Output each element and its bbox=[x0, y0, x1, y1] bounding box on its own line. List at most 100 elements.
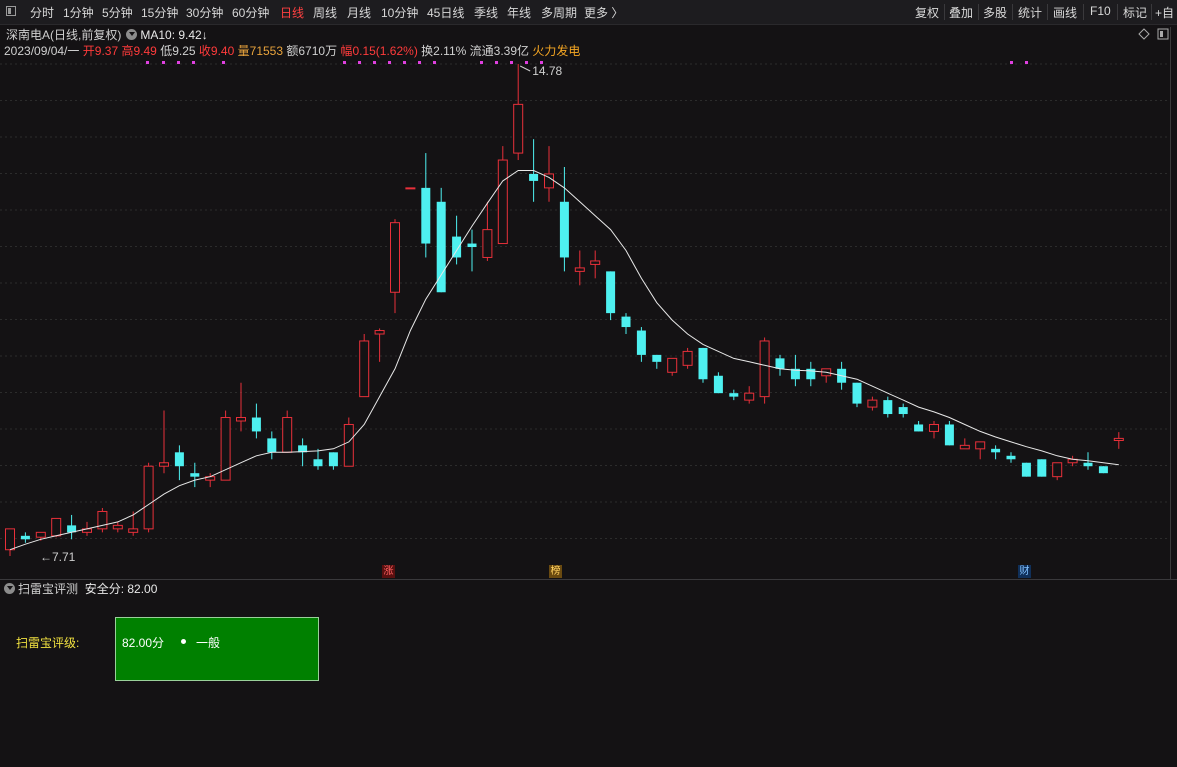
rating-label: 扫雷宝评级: bbox=[16, 636, 80, 650]
candle-body bbox=[1113, 437, 1124, 441]
high-price-label: 14.78 bbox=[532, 64, 562, 78]
candle-body bbox=[343, 423, 354, 467]
candle-body bbox=[729, 393, 739, 397]
candle bbox=[1067, 455, 1078, 467]
signal-dot bbox=[177, 61, 180, 64]
candle-body bbox=[1021, 462, 1031, 477]
candle-body bbox=[559, 201, 569, 258]
candle-body bbox=[359, 340, 370, 398]
candles-layer bbox=[5, 64, 1124, 556]
candle-body bbox=[606, 271, 616, 314]
candle bbox=[267, 431, 277, 460]
candle bbox=[20, 532, 30, 543]
candle-body bbox=[405, 187, 416, 190]
candle bbox=[775, 354, 785, 376]
candle-body bbox=[621, 316, 631, 328]
signal-dot bbox=[403, 61, 406, 64]
signal-dot bbox=[480, 61, 483, 64]
safety-score-value: 82.00 bbox=[127, 582, 158, 596]
candle bbox=[143, 462, 154, 533]
signal-dot bbox=[343, 61, 346, 64]
candle bbox=[959, 438, 970, 450]
event-marker-bang[interactable]: 榜 bbox=[549, 565, 562, 578]
candle bbox=[606, 271, 616, 321]
candle-body bbox=[944, 424, 954, 446]
candle-body bbox=[390, 222, 400, 293]
candle bbox=[929, 420, 939, 439]
candle-body bbox=[852, 382, 862, 404]
candle-body bbox=[159, 462, 169, 467]
candle-body bbox=[529, 173, 539, 181]
candle-body bbox=[1037, 459, 1047, 477]
panel-title: 扫雷宝评测 bbox=[18, 582, 79, 596]
candle bbox=[621, 313, 631, 335]
candle-body bbox=[652, 354, 662, 362]
candle bbox=[159, 410, 169, 474]
candle bbox=[174, 445, 184, 481]
candle-body bbox=[636, 330, 646, 355]
candle-body bbox=[959, 444, 970, 450]
signal-dot bbox=[418, 61, 421, 64]
minesweeper-panel-header: 扫雷宝评测 安全分: 82.00 bbox=[4, 580, 157, 597]
candle bbox=[190, 462, 200, 488]
rating-score: 82.00分 bbox=[122, 636, 165, 650]
candle-body bbox=[421, 187, 431, 244]
candlestick-chart[interactable]: 14.78 ←7.71 bbox=[0, 0, 1177, 580]
candle bbox=[975, 441, 986, 460]
candle bbox=[883, 396, 893, 418]
candle bbox=[914, 420, 924, 432]
candle-body bbox=[128, 528, 139, 533]
candle-body bbox=[883, 400, 893, 415]
candle bbox=[590, 250, 601, 279]
candle bbox=[759, 337, 770, 404]
candle bbox=[1052, 462, 1063, 481]
candle bbox=[513, 64, 524, 161]
event-marker-zhang[interactable]: 涨 bbox=[382, 565, 395, 578]
candle bbox=[652, 354, 662, 369]
candle bbox=[390, 219, 400, 314]
signal-dot bbox=[1010, 61, 1013, 64]
candle-body bbox=[374, 330, 385, 335]
candle bbox=[1098, 466, 1108, 474]
candle bbox=[5, 528, 15, 556]
candle bbox=[744, 386, 755, 404]
annotations: 14.78 ←7.71 bbox=[40, 64, 563, 564]
candle bbox=[452, 215, 462, 265]
candle bbox=[852, 382, 862, 408]
candle bbox=[559, 166, 569, 272]
candle-body bbox=[898, 407, 908, 415]
safety-score-label: 安全分: bbox=[84, 582, 125, 596]
candle-body bbox=[590, 260, 601, 265]
candle-body bbox=[251, 417, 261, 432]
candle bbox=[1113, 432, 1124, 449]
candle bbox=[436, 187, 446, 293]
candle-body bbox=[328, 452, 338, 467]
signal-dot bbox=[146, 61, 149, 64]
candle bbox=[497, 146, 508, 245]
candle-body bbox=[35, 531, 46, 538]
candle bbox=[544, 146, 554, 202]
candle bbox=[97, 507, 108, 533]
candle bbox=[1006, 452, 1016, 463]
candle-body bbox=[713, 375, 723, 394]
chart-grid bbox=[0, 63, 1170, 539]
candle-body bbox=[190, 473, 200, 477]
candle-body bbox=[682, 350, 693, 366]
signal-dot bbox=[525, 61, 528, 64]
bullet-icon bbox=[181, 639, 186, 644]
signal-dot bbox=[222, 61, 225, 64]
signal-dot bbox=[373, 61, 376, 64]
candle bbox=[236, 382, 246, 432]
candle bbox=[698, 347, 708, 383]
candle bbox=[806, 361, 816, 387]
candle bbox=[112, 521, 123, 533]
signal-dot bbox=[1025, 61, 1028, 64]
candle-body bbox=[143, 465, 154, 530]
event-marker-cai[interactable]: 财 bbox=[1018, 565, 1031, 578]
candle bbox=[298, 438, 308, 467]
candle-body bbox=[20, 535, 30, 540]
chevron-down-icon[interactable] bbox=[4, 583, 15, 594]
candle bbox=[251, 403, 261, 439]
candle-body bbox=[313, 459, 323, 467]
candle-body bbox=[775, 358, 785, 369]
